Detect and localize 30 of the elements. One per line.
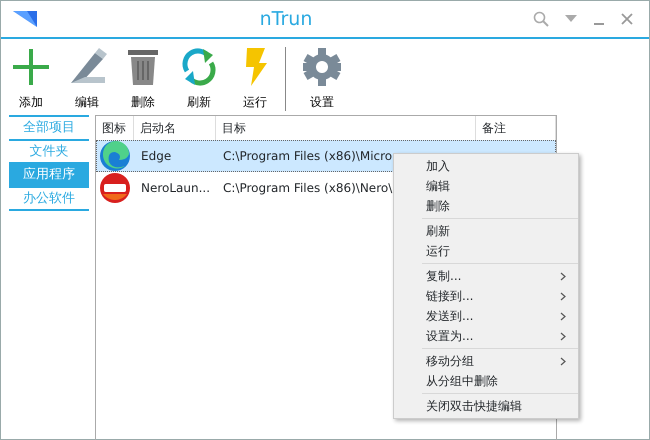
search-icon[interactable] bbox=[533, 11, 549, 27]
dropdown-caret-icon[interactable] bbox=[565, 15, 577, 23]
app-icon bbox=[99, 172, 131, 204]
menu-item[interactable]: 刷新 bbox=[394, 221, 578, 241]
app-icon bbox=[99, 140, 131, 172]
menu-item[interactable]: 从分组中删除 bbox=[394, 371, 578, 391]
toolbar-button[interactable]: 刷新 bbox=[171, 47, 227, 111]
table-cell-text: C:\Program Files (x86)\Nero\ bbox=[222, 180, 394, 197]
window-title: nTrun bbox=[260, 8, 312, 30]
toolbar-button[interactable]: 设置 bbox=[294, 47, 350, 111]
table-cell-text: Edge bbox=[140, 148, 172, 165]
menu-item[interactable]: 复制... bbox=[394, 266, 578, 286]
toolbar-button[interactable]: 运行 bbox=[227, 47, 283, 111]
table-cell-text: NeroLaun... bbox=[140, 180, 212, 197]
toolbar-button[interactable]: 删除 bbox=[115, 47, 171, 111]
menu-item[interactable]: 发送到... bbox=[394, 306, 578, 326]
menu-item[interactable]: 编辑 bbox=[394, 176, 578, 196]
menu-item[interactable]: 关闭双击快捷编辑 bbox=[394, 396, 578, 416]
toolbar-button[interactable]: 添加 bbox=[3, 47, 59, 111]
menu-item[interactable]: 设置为... bbox=[394, 326, 578, 346]
menu-item[interactable]: 链接到... bbox=[394, 286, 578, 306]
toolbar-button[interactable]: 编辑 bbox=[59, 47, 115, 111]
menu-item[interactable]: 移动分组 bbox=[394, 351, 578, 371]
menu-item[interactable]: 删除 bbox=[394, 196, 578, 216]
close-icon[interactable] bbox=[621, 13, 633, 25]
gear-icon bbox=[302, 47, 342, 87]
menu-item[interactable]: 运行 bbox=[394, 241, 578, 261]
app-logo-icon bbox=[13, 9, 39, 29]
plus-icon bbox=[11, 47, 51, 87]
table-cell-text: C:\Program Files (x86)\Micro bbox=[222, 148, 394, 165]
